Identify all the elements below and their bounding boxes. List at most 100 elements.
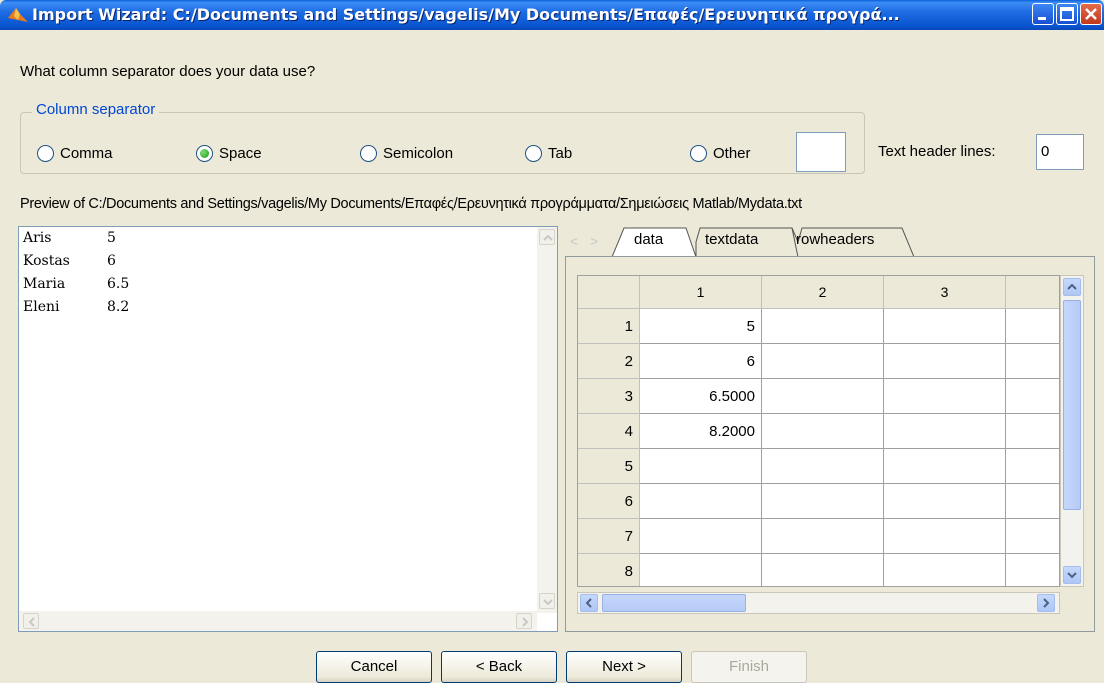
grid-cell[interactable] [640, 484, 762, 519]
grid-cell[interactable] [640, 519, 762, 554]
grid-cell[interactable] [1006, 484, 1059, 519]
preview-value: 6.5 [107, 276, 130, 292]
tab-textdata[interactable]: textdata [705, 231, 758, 259]
maximize-button[interactable] [1056, 3, 1078, 25]
column-header[interactable]: 2 [762, 276, 884, 309]
file-preview-pane[interactable]: Aris 5 Kostas 6 Maria 6.5 Eleni 8.2 [18, 226, 558, 632]
grid-cell[interactable] [762, 554, 884, 586]
grid-cell[interactable] [884, 484, 1006, 519]
preview-name: Kostas [23, 253, 70, 269]
grid-cell[interactable]: 6 [640, 344, 762, 379]
other-separator-input[interactable] [796, 132, 846, 172]
grid-cell[interactable]: 8.2000 [640, 414, 762, 449]
row-header: 2 [578, 344, 640, 379]
grid-cell[interactable] [1006, 449, 1059, 484]
chevron-up-icon [1067, 283, 1077, 290]
grid-cell[interactable] [762, 379, 884, 414]
preview-value: 5 [107, 230, 116, 246]
tab-scroll-right-icon[interactable]: > [590, 233, 598, 249]
chevron-down-icon [543, 599, 553, 606]
grid-cell[interactable] [1006, 414, 1059, 449]
grid-cell[interactable] [1006, 379, 1059, 414]
radio-semicolon[interactable] [360, 145, 377, 162]
chevron-left-icon [585, 598, 592, 608]
scroll-left-button[interactable] [23, 613, 39, 629]
column-header[interactable]: 1 [640, 276, 762, 309]
grid-cell[interactable] [762, 344, 884, 379]
radio-space[interactable] [196, 145, 213, 162]
minimize-button[interactable] [1032, 3, 1054, 25]
preview-vertical-scrollbar[interactable] [537, 227, 557, 613]
grid-cell[interactable] [884, 309, 1006, 344]
scroll-up-button[interactable] [539, 229, 555, 245]
grid-hscroll-thumb[interactable] [602, 594, 746, 612]
grid-scroll-right-button[interactable] [1037, 594, 1055, 612]
radio-selected-dot [200, 149, 209, 158]
radio-semicolon-label: Semicolon [383, 145, 454, 162]
grid-scroll-left-button[interactable] [580, 594, 598, 612]
title-bar[interactable]: Import Wizard: C:/Documents and Settings… [0, 0, 1104, 30]
grid-cell[interactable] [1006, 309, 1059, 344]
next-button[interactable]: Next > [566, 651, 682, 683]
grid-cell[interactable] [762, 449, 884, 484]
header-lines-input[interactable]: 0 [1036, 134, 1084, 170]
radio-other-label: Other [713, 145, 751, 162]
grid-cell[interactable] [640, 554, 762, 586]
grid-scroll-down-button[interactable] [1063, 566, 1081, 584]
preview-horizontal-scrollbar[interactable] [19, 611, 537, 631]
scroll-down-button[interactable] [539, 593, 555, 609]
grid-cell[interactable] [640, 449, 762, 484]
chevron-up-icon [543, 234, 553, 241]
grid-cell[interactable] [884, 344, 1006, 379]
column-separator-legend: Column separator [32, 101, 160, 118]
preview-line: Aris 5 [23, 230, 523, 253]
radio-other[interactable] [690, 145, 707, 162]
preview-value: 6 [107, 253, 116, 269]
tab-rowheaders[interactable]: rowheaders [796, 231, 874, 259]
grid-cell[interactable] [762, 519, 884, 554]
chevron-left-icon [28, 617, 35, 627]
finish-button[interactable]: Finish [691, 651, 807, 683]
cancel-button[interactable]: Cancel [316, 651, 432, 683]
radio-comma[interactable] [37, 145, 54, 162]
header-lines-label: Text header lines: [878, 143, 996, 160]
row-header: 3 [578, 379, 640, 414]
preview-line: Eleni 8.2 [23, 299, 523, 322]
back-button[interactable]: < Back [441, 651, 557, 683]
grid-corner [578, 276, 640, 309]
preview-line: Kostas 6 [23, 253, 523, 276]
grid-cell[interactable] [1006, 519, 1059, 554]
radio-tab[interactable] [525, 145, 542, 162]
grid-scroll-thumb[interactable] [1063, 300, 1081, 510]
preview-value: 8.2 [107, 299, 130, 315]
grid-vertical-scrollbar[interactable] [1060, 275, 1084, 587]
grid-cell[interactable] [762, 309, 884, 344]
radio-tab-label: Tab [548, 145, 573, 162]
column-header[interactable]: 3 [884, 276, 1006, 309]
grid-cell[interactable] [762, 414, 884, 449]
row-header: 8 [578, 554, 640, 586]
column-separator-group [20, 112, 865, 174]
grid-cell[interactable] [884, 449, 1006, 484]
row-header: 7 [578, 519, 640, 554]
tab-scroll-left-icon[interactable]: < [570, 233, 578, 249]
grid-cell[interactable] [884, 414, 1006, 449]
grid-cell[interactable] [884, 379, 1006, 414]
row-header: 6 [578, 484, 640, 519]
grid-cell[interactable] [1006, 344, 1059, 379]
grid-cell[interactable]: 5 [640, 309, 762, 344]
preview-name: Maria [23, 276, 66, 292]
scroll-right-button[interactable] [516, 613, 532, 629]
matlab-icon [8, 8, 28, 22]
window-title: Import Wizard: C:/Documents and Settings… [32, 5, 900, 24]
data-grid[interactable]: 1 2 3 1 5 2 6 3 6.5000 4 8.2000 5 6 7 8 [577, 275, 1060, 587]
grid-cell[interactable] [884, 519, 1006, 554]
grid-cell[interactable] [762, 484, 884, 519]
close-button[interactable] [1080, 3, 1102, 25]
grid-cell[interactable] [1006, 554, 1059, 586]
grid-horizontal-scrollbar[interactable] [577, 592, 1060, 614]
grid-cell[interactable]: 6.5000 [640, 379, 762, 414]
grid-cell[interactable] [884, 554, 1006, 586]
tab-data[interactable]: data [634, 231, 663, 259]
grid-scroll-up-button[interactable] [1063, 278, 1081, 296]
